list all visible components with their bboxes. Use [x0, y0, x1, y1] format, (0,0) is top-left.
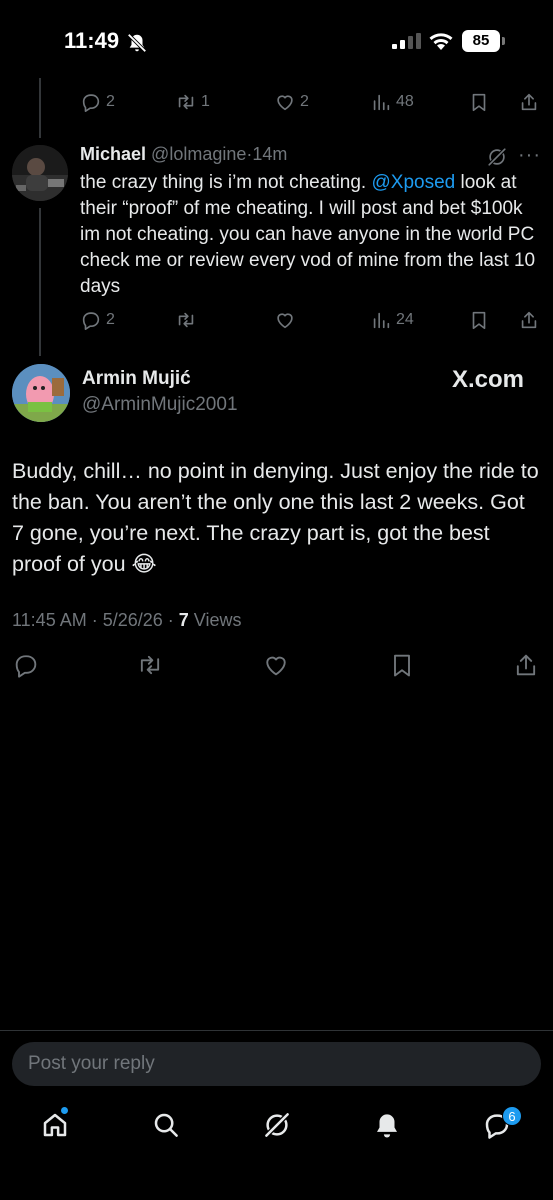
retweet-button[interactable]: 1	[175, 89, 210, 115]
bookmark-button[interactable]	[468, 307, 490, 333]
nav-home[interactable]	[40, 1110, 74, 1144]
more-options-button[interactable]: ···	[518, 144, 541, 167]
reply-tweet-header: Michael @lolmagine·14m	[80, 144, 287, 165]
bookmark-button[interactable]	[468, 89, 490, 115]
main-tweet-actions	[0, 651, 553, 681]
reply-count: 2	[106, 93, 115, 110]
like-icon	[277, 95, 293, 111]
avatar-armin[interactable]	[12, 364, 70, 422]
status-bar: 11:49 85	[0, 0, 553, 80]
reply-icon	[82, 94, 100, 112]
share-icon	[521, 311, 537, 329]
messages-badge: 6	[502, 1106, 522, 1126]
retweet-button[interactable]	[175, 307, 197, 333]
reply-author-name[interactable]: Michael	[80, 144, 146, 164]
home-indicator	[207, 1186, 347, 1191]
bookmark-icon	[394, 654, 410, 677]
thread-line-mid	[39, 208, 41, 356]
avatar-michael[interactable]	[12, 145, 68, 201]
grok-icon[interactable]	[486, 146, 508, 168]
reply-button[interactable]	[12, 651, 40, 679]
battery-tip	[502, 37, 505, 45]
reply-text-before: the crazy thing is i’m not cheating.	[80, 172, 372, 193]
like-button[interactable]: 2	[274, 89, 309, 115]
reply-button[interactable]: 2	[80, 89, 115, 115]
views-icon	[373, 94, 390, 111]
reply-input[interactable]	[12, 1042, 541, 1086]
view-count: 24	[396, 311, 414, 328]
mention-link[interactable]: @Xposed	[371, 172, 455, 193]
nav-grok[interactable]	[262, 1110, 296, 1144]
main-author-handle[interactable]: @ArminMujic2001	[82, 394, 238, 416]
wifi-icon	[429, 33, 453, 50]
like-count: 2	[300, 93, 309, 110]
reply-icon	[82, 312, 100, 330]
reply-count: 2	[106, 311, 115, 328]
main-author-name[interactable]: Armin Mujić	[82, 368, 191, 390]
bell-off-icon	[127, 33, 147, 53]
bookmark-icon	[472, 311, 486, 330]
reply-author-handle[interactable]: @lolmagine	[151, 144, 246, 164]
reply-tweet-text: the crazy thing is i’m not cheating. @Xp…	[80, 170, 540, 300]
thread-line-top	[39, 78, 41, 138]
main-timestamp: 11:45 AM · 5/26/26 ·	[12, 610, 179, 630]
reply-tweet-actions: 2 24	[80, 307, 540, 333]
search-icon	[154, 1113, 178, 1137]
share-icon	[516, 654, 536, 676]
notifications-icon	[377, 1114, 397, 1138]
share-button[interactable]	[512, 651, 540, 679]
grok-icon	[265, 1113, 289, 1137]
avatar-image	[12, 364, 70, 422]
main-views-label: Views	[188, 610, 242, 630]
like-icon	[266, 656, 286, 676]
bookmark-button[interactable]	[388, 651, 416, 679]
status-time: 11:49	[64, 28, 120, 53]
main-tweet-meta: 11:45 AM · 5/26/26 · 7 Views	[12, 610, 241, 631]
main-views-count[interactable]: 7	[179, 610, 189, 630]
battery-indicator: 85	[462, 30, 500, 52]
retweet-count: 1	[201, 93, 210, 110]
share-button[interactable]	[518, 89, 540, 115]
nav-notifications[interactable]	[372, 1110, 406, 1144]
parent-tweet-actions: 2 1 2 48	[80, 89, 540, 115]
share-icon	[521, 93, 537, 111]
signal-icon	[392, 33, 421, 49]
retweet-icon	[140, 655, 160, 675]
reply-time: 14m	[252, 144, 288, 164]
composer-divider	[0, 1030, 553, 1031]
views-icon	[373, 312, 390, 329]
bottom-nav	[0, 1100, 553, 1160]
reply-button[interactable]: 2	[80, 307, 115, 333]
like-icon	[277, 313, 293, 329]
reply-icon	[15, 655, 37, 678]
nav-search[interactable]	[151, 1110, 185, 1144]
like-button[interactable]	[262, 651, 290, 679]
bookmark-icon	[472, 93, 486, 112]
avatar-image	[12, 145, 68, 201]
retweet-icon	[178, 94, 194, 110]
view-count: 48	[396, 93, 414, 110]
main-tweet-text: Buddy, chill… no point in denying. Just …	[12, 459, 539, 576]
views-button[interactable]: 24	[370, 307, 414, 333]
retweet-icon	[178, 312, 194, 328]
home-notification-dot	[60, 1106, 69, 1115]
xcom-watermark: X.com	[452, 366, 525, 393]
retweet-button[interactable]	[136, 651, 164, 679]
views-button[interactable]: 48	[370, 89, 414, 115]
share-button[interactable]	[518, 307, 540, 333]
like-button[interactable]	[274, 307, 296, 333]
